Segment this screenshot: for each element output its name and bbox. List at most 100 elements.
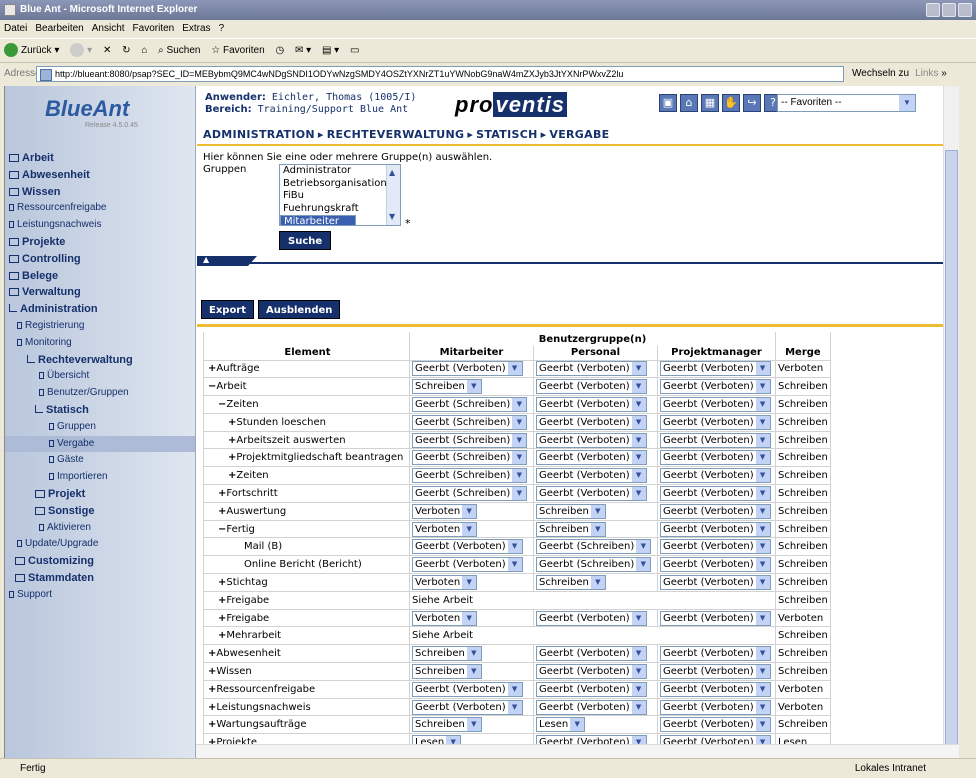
menu-item-3[interactable]: Favoriten xyxy=(133,23,175,34)
sidebar-item[interactable]: Projekt xyxy=(5,486,195,503)
permission-select[interactable]: Geerbt (Verboten)▼ xyxy=(536,610,647,626)
listbox-scrollbar[interactable] xyxy=(386,165,400,225)
permission-select[interactable]: Geerbt (Verboten)▼ xyxy=(660,557,771,573)
history-button[interactable]: ◷ xyxy=(275,39,284,63)
scrollbar-thumb[interactable] xyxy=(945,150,958,750)
back-button[interactable]: Zurück ▾ xyxy=(4,39,59,63)
maximize-icon[interactable] xyxy=(942,3,956,17)
refresh-button[interactable]: ↻ xyxy=(122,39,130,63)
permission-select[interactable]: Geerbt (Verboten)▼ xyxy=(536,468,647,484)
forward-button[interactable]: ▾ xyxy=(70,39,92,63)
permission-select[interactable]: Geerbt (Schreiben) ▼ xyxy=(412,414,528,430)
permission-select[interactable]: Geerbt (Verboten)▼ xyxy=(660,503,771,519)
permission-select[interactable]: Geerbt (Verboten)▼ xyxy=(660,414,771,430)
breadcrumb-item[interactable]: ADMINISTRATION xyxy=(203,128,315,141)
mail-button[interactable]: ✉ ▾ xyxy=(295,39,311,63)
permission-select[interactable]: Geerbt (Verboten)▼ xyxy=(412,681,523,697)
monitor-icon[interactable]: ▣ xyxy=(659,94,677,112)
permission-select[interactable]: Verboten ▼ xyxy=(412,503,478,519)
sidebar-item[interactable]: Übersicht xyxy=(5,368,195,385)
collapse-tab[interactable]: ▲ xyxy=(197,256,257,266)
permission-select[interactable]: Schreiben ▼ xyxy=(412,646,482,662)
sidebar-item[interactable]: Controlling xyxy=(5,251,195,268)
permission-select[interactable]: Geerbt (Verboten)▼ xyxy=(412,361,523,377)
sidebar-item[interactable]: Leistungsnachweis xyxy=(5,217,195,234)
permission-select[interactable]: Geerbt (Schreiben) ▼ xyxy=(412,432,528,448)
permission-select[interactable]: Geerbt (Verboten)▼ xyxy=(660,468,771,484)
sidebar-item[interactable]: Administration xyxy=(5,301,195,318)
sidebar-item[interactable]: Customizing xyxy=(5,553,195,570)
edit-button[interactable]: ▭ xyxy=(350,39,359,63)
permission-select[interactable]: Geerbt (Verboten)▼ xyxy=(660,379,771,395)
permission-select[interactable]: Verboten ▼ xyxy=(412,610,478,626)
links-button[interactable]: Links xyxy=(915,68,938,79)
sidebar-item[interactable]: Aktivieren xyxy=(5,520,195,537)
breadcrumb-item[interactable]: RECHTEVERWALTUNG xyxy=(327,128,465,141)
permission-select[interactable]: Geerbt (Verboten)▼ xyxy=(536,396,647,412)
calendar-icon[interactable]: ▦ xyxy=(701,94,719,112)
export-button[interactable]: Export xyxy=(201,300,255,319)
sidebar-item[interactable]: Ressourcenfreigabe xyxy=(5,200,195,217)
permission-select[interactable]: Geerbt (Verboten)▼ xyxy=(660,574,771,590)
permission-select[interactable]: Geerbt (Verboten)▼ xyxy=(660,717,771,733)
sidebar-item[interactable]: Sonstige xyxy=(5,503,195,520)
hide-button[interactable]: Ausblenden xyxy=(258,300,341,319)
sidebar-item[interactable]: Statisch xyxy=(5,402,195,419)
permission-select[interactable]: Geerbt (Schreiben) ▼ xyxy=(412,468,528,484)
permission-select[interactable]: Geerbt (Verboten)▼ xyxy=(660,485,771,501)
menu-item-4[interactable]: Extras xyxy=(182,23,210,34)
permission-select[interactable]: Geerbt (Verboten)▼ xyxy=(660,432,771,448)
permission-select[interactable]: Geerbt (Verboten)▼ xyxy=(660,396,771,412)
permission-select[interactable]: Geerbt (Verboten)▼ xyxy=(660,450,771,466)
permission-select[interactable]: Geerbt (Verboten)▼ xyxy=(660,699,771,715)
permission-select[interactable]: Schreiben ▼ xyxy=(412,379,482,395)
permission-select[interactable]: Geerbt (Verboten)▼ xyxy=(412,539,523,555)
sidebar-item[interactable]: Verwaltung xyxy=(5,284,195,301)
hand-icon[interactable]: ✋ xyxy=(722,94,740,112)
groups-listbox[interactable]: Administrator Betriebsorganisation FiBu Fue… xyxy=(279,164,401,226)
permission-select[interactable]: Geerbt (Verboten)▼ xyxy=(660,610,771,626)
menu-item-0[interactable]: Datei xyxy=(4,23,27,34)
sidebar-item[interactable]: Importieren xyxy=(5,469,195,486)
permission-select[interactable]: Verboten ▼ xyxy=(412,574,478,590)
sidebar-item[interactable]: Vergabe xyxy=(5,435,195,453)
home-button[interactable]: ⌂ xyxy=(141,39,147,63)
permission-select[interactable]: Geerbt (Verboten)▼ xyxy=(536,681,647,697)
permission-select[interactable]: Geerbt (Verboten)▼ xyxy=(536,485,647,501)
group-option[interactable]: Betriebsorganisation xyxy=(280,178,400,191)
sidebar-item[interactable]: Arbeit xyxy=(5,150,195,167)
sidebar-item[interactable]: Rechteverwaltung xyxy=(5,352,195,369)
collapse-bar[interactable]: ▲ xyxy=(197,256,959,266)
group-option[interactable]: Administrator xyxy=(280,165,400,178)
sidebar-item[interactable]: Support xyxy=(5,587,195,604)
minimize-icon[interactable] xyxy=(926,3,940,17)
permission-select[interactable]: Geerbt (Verboten)▼ xyxy=(536,663,647,679)
sidebar-item[interactable]: Update/Upgrade xyxy=(5,536,195,553)
breadcrumb-item[interactable]: STATISCH xyxy=(476,128,537,141)
search-button[interactable]: Suche xyxy=(279,231,332,250)
sidebar-item[interactable]: Abwesenheit xyxy=(5,167,195,184)
permission-select[interactable]: Geerbt (Verboten)▼ xyxy=(536,361,647,377)
permission-select[interactable]: Geerbt (Verboten)▼ xyxy=(660,663,771,679)
print-button[interactable]: ▤ ▾ xyxy=(322,39,339,63)
menu-item-2[interactable]: Ansicht xyxy=(92,23,125,34)
logout-icon[interactable]: ↪ xyxy=(743,94,761,112)
permission-select[interactable]: Geerbt (Verboten)▼ xyxy=(536,646,647,662)
permission-select[interactable]: Geerbt (Verboten)▼ xyxy=(660,361,771,377)
permission-select[interactable]: Schreiben ▼ xyxy=(536,574,606,590)
permission-select[interactable]: Geerbt (Schreiben) ▼ xyxy=(536,557,652,573)
permission-select[interactable]: Geerbt (Schreiben) ▼ xyxy=(412,485,528,501)
permission-select[interactable]: Schreiben ▼ xyxy=(412,717,482,733)
sidebar-item[interactable]: Gäste xyxy=(5,452,195,469)
permission-select[interactable]: Geerbt (Verboten)▼ xyxy=(536,379,647,395)
permission-select[interactable]: Geerbt (Verboten)▼ xyxy=(412,699,523,715)
sidebar-item[interactable]: Belege xyxy=(5,268,195,285)
group-option[interactable]: Mitarbeiter xyxy=(280,215,357,225)
permission-select[interactable]: Verboten ▼ xyxy=(412,521,478,537)
permission-select[interactable]: Geerbt (Verboten)▼ xyxy=(660,521,771,537)
permission-select[interactable]: Geerbt (Schreiben) ▼ xyxy=(536,539,652,555)
menu-item-5[interactable]: ? xyxy=(219,23,225,34)
permission-select[interactable]: Geerbt (Verboten)▼ xyxy=(536,450,647,466)
permission-select[interactable]: Schreiben ▼ xyxy=(536,503,606,519)
search-button[interactable]: ⌕ Suchen xyxy=(158,39,200,63)
